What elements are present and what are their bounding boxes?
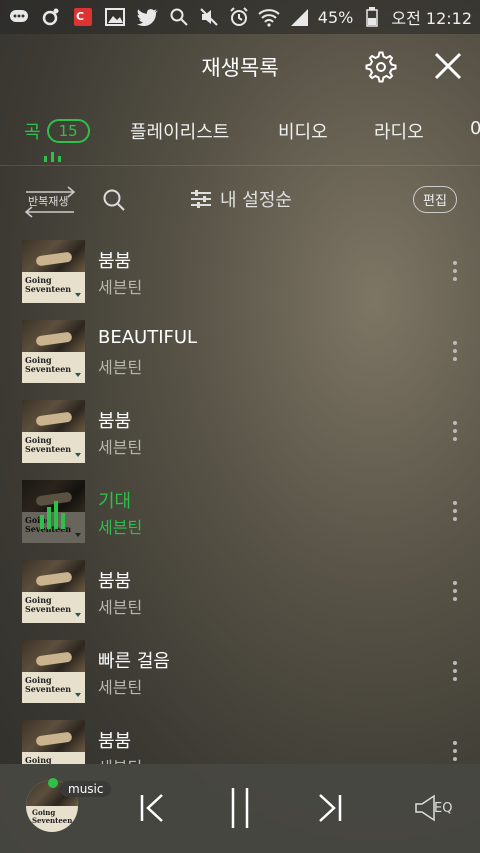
- settings-button[interactable]: [364, 50, 398, 84]
- song-title: 붐붐: [98, 731, 132, 752]
- album-art-text: Seventeen: [25, 604, 72, 614]
- skip-next-icon: [319, 794, 342, 822]
- search-button[interactable]: [100, 186, 128, 214]
- song-title: 빠른 걸음: [98, 651, 170, 672]
- album-art-text: Seventeen: [25, 284, 72, 294]
- header: 재생목록: [0, 34, 480, 100]
- chat-icon: [8, 6, 30, 28]
- album-art-text: Seventeen: [25, 684, 72, 694]
- song-row[interactable]: Going Seventeen 붐붐 세븐틴: [0, 232, 480, 312]
- notification-app-icon: C: [72, 6, 94, 28]
- tab-videos[interactable]: 비디오: [278, 118, 328, 144]
- battery-icon: [361, 6, 383, 28]
- wifi-icon: [258, 6, 280, 28]
- previous-button[interactable]: [136, 792, 168, 824]
- twitter-icon: [136, 6, 158, 28]
- search-icon: [103, 189, 125, 211]
- song-artist: 세븐틴: [98, 678, 143, 697]
- edit-button[interactable]: 편집: [413, 186, 457, 213]
- signal-icon: [288, 6, 310, 28]
- more-options-button[interactable]: [444, 418, 466, 444]
- tab-radio[interactable]: 라디오: [374, 118, 424, 144]
- more-options-button[interactable]: [444, 258, 466, 284]
- song-artist: 세븐틴: [98, 278, 143, 297]
- song-artist: 세븐틴: [98, 518, 143, 537]
- mini-player: Going Seventeen music EQ: [0, 764, 480, 853]
- search-status-icon: [168, 6, 190, 28]
- pause-icon: [231, 788, 249, 828]
- album-art-text: Seventeen: [32, 816, 73, 825]
- now-playing-equalizer-icon: [22, 480, 85, 543]
- album-art: Going Seventeen: [22, 320, 85, 383]
- repeat-label: 반복재생: [28, 195, 69, 208]
- tab-playlists[interactable]: 플레이리스트: [130, 118, 229, 144]
- equalizer-button[interactable]: EQ: [414, 792, 458, 824]
- sliders-icon: [191, 190, 211, 208]
- song-artist: 세븐틴: [98, 438, 143, 457]
- album-art: Going Seventeen: [22, 560, 85, 623]
- skip-previous-icon: [140, 794, 163, 822]
- song-title: 붐붐: [98, 571, 132, 592]
- clock: 오전 12:12: [391, 9, 472, 28]
- more-options-button[interactable]: [444, 338, 466, 364]
- song-row-now-playing[interactable]: Going Seventeen 기대 세븐틴: [0, 472, 480, 552]
- list-toolbar: 반복재생 내 설정순 편집: [0, 178, 480, 222]
- status-bar: C 45% 오전 12:12: [0, 0, 480, 34]
- tab-bar: 곡 15 플레이리스트 비디오 라디오 0: [0, 106, 480, 166]
- song-title: 붐붐: [98, 411, 132, 432]
- more-options-button[interactable]: [444, 738, 466, 764]
- album-art: Going Seventeen: [22, 720, 85, 764]
- song-title: BEAUTIFUL: [98, 327, 198, 348]
- song-artist: 세븐틴: [98, 598, 143, 617]
- song-row[interactable]: Going Seventeen 붐붐 세븐틴: [0, 552, 480, 632]
- sort-label: 내 설정순: [220, 190, 292, 211]
- close-button[interactable]: [430, 48, 466, 84]
- mute-icon: [198, 6, 220, 28]
- tab-songs-count-badge: 15: [46, 119, 90, 143]
- more-options-button[interactable]: [444, 658, 466, 684]
- next-button[interactable]: [314, 792, 346, 824]
- song-list: Going Seventeen 붐붐 세븐틴 Going Seventeen B…: [0, 232, 480, 764]
- song-row[interactable]: Going Seventeen 빠른 걸음 세븐틴: [0, 632, 480, 712]
- tab-more[interactable]: 0: [470, 118, 480, 139]
- song-row[interactable]: Going Seventeen 붐붐 세븐틴: [0, 392, 480, 472]
- tab-songs[interactable]: 곡 15: [24, 118, 90, 144]
- sort-button[interactable]: 내 설정순: [190, 184, 292, 214]
- battery-percent: 45%: [317, 7, 354, 27]
- repeat-button[interactable]: 반복재생: [22, 184, 78, 218]
- status-dot-icon: [48, 778, 58, 788]
- gear-icon: [365, 51, 397, 83]
- alarm-icon: [228, 6, 250, 28]
- tab-songs-label: 곡: [24, 122, 41, 143]
- pause-button[interactable]: [226, 786, 256, 830]
- song-row[interactable]: Going Seventeen BEAUTIFUL 세븐틴: [0, 312, 480, 392]
- source-badge: music: [60, 781, 112, 797]
- gallery-icon: [104, 6, 126, 28]
- close-icon: [434, 52, 462, 80]
- album-art-text: Going: [25, 755, 52, 764]
- more-options-button[interactable]: [444, 498, 466, 524]
- album-art-text: Seventeen: [25, 364, 72, 374]
- song-artist: 세븐틴: [98, 358, 143, 377]
- eq-label: EQ: [434, 800, 453, 816]
- album-art: Going Seventeen: [22, 400, 85, 463]
- song-row[interactable]: Going Seventeen 붐붐 세븐틴: [0, 712, 480, 764]
- song-title: 붐붐: [98, 251, 132, 272]
- album-art: Going Seventeen: [22, 640, 85, 703]
- album-art-text: Seventeen: [25, 444, 72, 454]
- album-art: Going Seventeen: [22, 240, 85, 303]
- song-title: 기대: [98, 491, 132, 512]
- more-options-button[interactable]: [444, 578, 466, 604]
- record-icon: [40, 6, 62, 28]
- page-title: 재생목록: [201, 56, 279, 80]
- tab-active-indicator-icon: [44, 150, 62, 162]
- song-artist: 세븐틴: [98, 754, 142, 764]
